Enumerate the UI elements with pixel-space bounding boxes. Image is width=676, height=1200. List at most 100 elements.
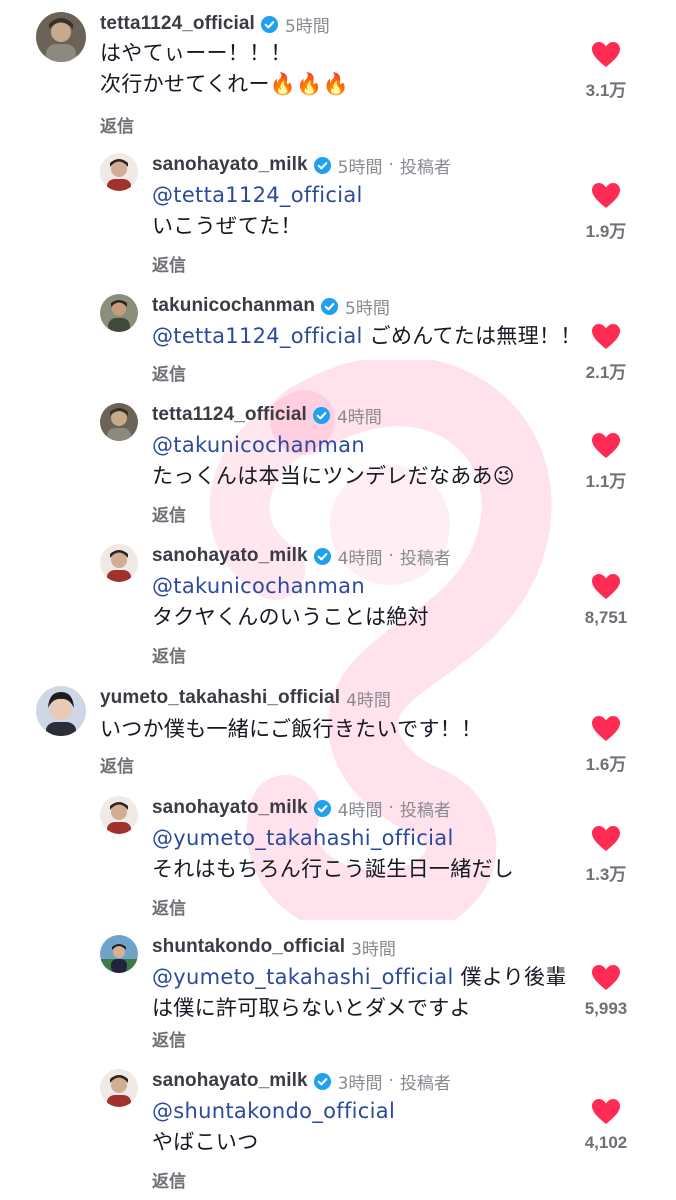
like-count: 8,751 bbox=[584, 608, 628, 627]
reply-button[interactable]: 返信 bbox=[152, 1026, 186, 1051]
author-badge: 投稿者 bbox=[399, 157, 451, 178]
reply-button[interactable]: 返信 bbox=[152, 251, 186, 276]
avatar[interactable] bbox=[100, 544, 138, 582]
verified-badge-icon bbox=[313, 547, 332, 566]
comment-header: sanohayato_milk 4時間 · 投稿者 bbox=[152, 796, 451, 821]
heart-icon[interactable] bbox=[592, 433, 620, 459]
heart-icon[interactable] bbox=[592, 716, 620, 742]
comment-line: はやてぃーー！！！ bbox=[100, 41, 292, 65]
username[interactable]: tetta1124_official bbox=[100, 13, 255, 35]
comment-text: @shuntakondo_official やばこいつ bbox=[152, 1096, 572, 1158]
reply-button[interactable]: 返信 bbox=[100, 752, 134, 777]
comment-reply-item: sanohayato_milk 4時間 · 投稿者 @takunicochanm… bbox=[0, 544, 676, 667]
comment-header: sanohayato_milk 5時間 · 投稿者 bbox=[152, 153, 451, 178]
comment-line: @yumeto_takahashi_official 僕より後輩 bbox=[152, 962, 582, 993]
comment-reply-item: sanohayato_milk 5時間 · 投稿者 @tetta1124_off… bbox=[0, 153, 676, 276]
comment-text: @tetta1124_official ごめんてたは無理！！ bbox=[152, 321, 582, 352]
timestamp: 5時間 bbox=[337, 157, 383, 178]
comment-header: sanohayato_milk 4時間 · 投稿者 bbox=[152, 544, 451, 569]
timestamp: 4時間 bbox=[337, 548, 383, 569]
like-count: 4,102 bbox=[584, 1133, 628, 1152]
like-button[interactable]: 5,993 bbox=[566, 965, 646, 1019]
comment-reply-item: takunicochanman 5時間 @tetta1124_official … bbox=[0, 294, 676, 394]
reply-button[interactable]: 返信 bbox=[100, 112, 134, 137]
author-badge: 投稿者 bbox=[399, 800, 451, 821]
mention-link[interactable]: @shuntakondo_official bbox=[152, 1096, 572, 1127]
verified-badge-icon bbox=[313, 1072, 332, 1091]
heart-icon[interactable] bbox=[592, 183, 620, 209]
heart-icon[interactable] bbox=[592, 324, 620, 350]
avatar[interactable] bbox=[100, 796, 138, 834]
comment-line: は僕に許可取らないとダメですよ bbox=[152, 996, 471, 1020]
like-button[interactable]: 1.3万 bbox=[566, 826, 646, 885]
heart-icon[interactable] bbox=[592, 826, 620, 852]
comment-text: いつか僕も一緒にご飯行きたいです！！ bbox=[100, 714, 570, 745]
avatar[interactable] bbox=[36, 12, 86, 62]
like-count: 1.1万 bbox=[585, 472, 627, 491]
like-button[interactable]: 8,751 bbox=[566, 574, 646, 628]
mention-link[interactable]: @yumeto_takahashi_official bbox=[152, 965, 454, 989]
username[interactable]: yumeto_takahashi_official bbox=[100, 687, 340, 709]
comment-reply-item: tetta1124_official 4時間 @takunicochanman … bbox=[0, 403, 676, 526]
heart-icon[interactable] bbox=[592, 965, 620, 991]
reply-button[interactable]: 返信 bbox=[152, 894, 186, 919]
like-count: 5,993 bbox=[584, 999, 628, 1018]
mention-link[interactable]: @tetta1124_official bbox=[152, 324, 363, 348]
username[interactable]: sanohayato_milk bbox=[152, 797, 308, 819]
comment-thread: tetta1124_official 5時間 はやてぃーー！！！ 次行かせてくれ… bbox=[0, 0, 676, 1200]
comment-header: tetta1124_official 4時間 bbox=[152, 403, 382, 428]
comment-text: @takunicochanman たっくんは本当にツンデレだなああ😉 bbox=[152, 430, 572, 492]
comment-item: tetta1124_official 5時間 はやてぃーー！！！ 次行かせてくれ… bbox=[0, 12, 676, 137]
avatar[interactable] bbox=[100, 1069, 138, 1107]
heart-icon[interactable] bbox=[592, 574, 620, 600]
comment-text: @takunicochanman タクヤくんのいうことは絶対 bbox=[152, 571, 572, 633]
verified-badge-icon bbox=[313, 156, 332, 175]
comment-line: それはもちろん行こう誕生日一緒だし bbox=[152, 857, 515, 881]
comment-header: sanohayato_milk 3時間 · 投稿者 bbox=[152, 1069, 451, 1094]
separator-dot: · bbox=[388, 546, 394, 566]
reply-button[interactable]: 返信 bbox=[152, 642, 186, 667]
heart-icon[interactable] bbox=[592, 1099, 620, 1125]
timestamp: 3時間 bbox=[337, 1073, 383, 1094]
timestamp: 3時間 bbox=[351, 939, 396, 960]
verified-badge-icon bbox=[313, 799, 332, 818]
comment-text: @yumeto_takahashi_official 僕より後輩 は僕に許可取ら… bbox=[152, 962, 582, 1024]
timestamp: 4時間 bbox=[337, 800, 383, 821]
mention-link[interactable]: @tetta1124_official bbox=[152, 180, 572, 211]
username[interactable]: tetta1124_official bbox=[152, 404, 307, 426]
avatar[interactable] bbox=[100, 294, 138, 332]
timestamp: 4時間 bbox=[336, 407, 382, 428]
like-button[interactable]: 2.1万 bbox=[566, 324, 646, 383]
author-badge: 投稿者 bbox=[399, 1073, 451, 1094]
username[interactable]: sanohayato_milk bbox=[152, 545, 308, 567]
reply-button[interactable]: 返信 bbox=[152, 360, 186, 385]
username[interactable]: sanohayato_milk bbox=[152, 154, 308, 176]
username[interactable]: sanohayato_milk bbox=[152, 1070, 308, 1092]
heart-icon[interactable] bbox=[592, 42, 620, 68]
avatar[interactable] bbox=[100, 153, 138, 191]
timestamp: 5時間 bbox=[284, 16, 330, 37]
username[interactable]: shuntakondo_official bbox=[152, 936, 345, 958]
like-count: 3.1万 bbox=[585, 81, 627, 100]
like-count: 1.9万 bbox=[585, 222, 627, 241]
comment-reply-item: sanohayato_milk 4時間 · 投稿者 @yumeto_takaha… bbox=[0, 796, 676, 919]
avatar[interactable] bbox=[36, 686, 86, 736]
mention-link[interactable]: @takunicochanman bbox=[152, 430, 572, 461]
comment-line: やばこいつ bbox=[152, 1130, 259, 1154]
mention-link[interactable]: @yumeto_takahashi_official bbox=[152, 823, 582, 854]
like-button[interactable]: 1.6万 bbox=[566, 716, 646, 775]
mention-link[interactable]: @takunicochanman bbox=[152, 571, 572, 602]
avatar[interactable] bbox=[100, 935, 138, 973]
avatar[interactable] bbox=[100, 403, 138, 441]
reply-button[interactable]: 返信 bbox=[152, 501, 186, 526]
like-button[interactable]: 1.9万 bbox=[566, 183, 646, 242]
like-button[interactable]: 4,102 bbox=[566, 1099, 646, 1153]
like-button[interactable]: 1.1万 bbox=[566, 433, 646, 492]
like-count: 1.3万 bbox=[585, 865, 627, 884]
reply-button[interactable]: 返信 bbox=[152, 1167, 186, 1192]
like-button[interactable]: 3.1万 bbox=[566, 42, 646, 101]
separator-dot: · bbox=[388, 1071, 394, 1091]
comment-header: shuntakondo_official 3時間 bbox=[152, 935, 396, 960]
comment-text: @tetta1124_official いこうぜてた！ bbox=[152, 180, 572, 242]
username[interactable]: takunicochanman bbox=[152, 295, 315, 317]
